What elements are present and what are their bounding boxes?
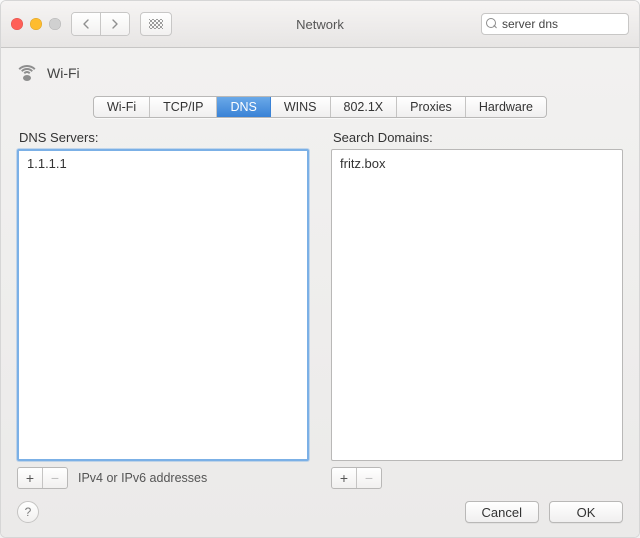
dns-servers-addremove: + − (17, 467, 68, 489)
search-domains-add-button[interactable]: + (332, 468, 356, 488)
content-area: Wi-Fi Wi-FiTCP/IPDNSWINS802.1XProxiesHar… (1, 48, 639, 537)
dns-servers-list[interactable]: 1.1.1.1 (17, 149, 309, 461)
dns-servers-remove-button[interactable]: − (42, 468, 67, 488)
cancel-button[interactable]: Cancel (465, 501, 539, 523)
window-toolbar: Network ✕ (1, 1, 639, 48)
dialog-footer-buttons: Cancel OK (465, 501, 623, 523)
back-button[interactable] (72, 13, 100, 35)
dns-servers-hint: IPv4 or IPv6 addresses (78, 471, 207, 485)
preferences-window: Network ✕ Wi-Fi Wi-FiTCP/IPDNSWINS802.1X… (0, 0, 640, 538)
search-icon (486, 18, 498, 30)
minimize-window-button[interactable] (30, 18, 42, 30)
search-domains-addremove: + − (331, 467, 382, 489)
dns-servers-column: DNS Servers: 1.1.1.1 + − IPv4 or IPv6 ad… (17, 130, 309, 489)
toolbar-nav-group (71, 12, 130, 36)
ok-button[interactable]: OK (549, 501, 623, 523)
search-input[interactable] (502, 14, 640, 34)
dns-columns: DNS Servers: 1.1.1.1 + − IPv4 or IPv6 ad… (17, 130, 623, 489)
tab-proxies[interactable]: Proxies (396, 97, 465, 117)
dns-servers-controls: + − IPv4 or IPv6 addresses (17, 467, 309, 489)
tab-wins[interactable]: WINS (270, 97, 330, 117)
dns-servers-add-button[interactable]: + (18, 468, 42, 488)
search-domains-remove-button[interactable]: − (356, 468, 381, 488)
tab-hardware[interactable]: Hardware (465, 97, 546, 117)
tab-dns[interactable]: DNS (216, 97, 269, 117)
tab-bar-wrap: Wi-FiTCP/IPDNSWINS802.1XProxiesHardware (17, 96, 623, 118)
search-domains-label: Search Domains: (333, 130, 623, 145)
tab-tcp-ip[interactable]: TCP/IP (149, 97, 216, 117)
search-domains-list[interactable]: fritz.box (331, 149, 623, 461)
grid-icon (149, 19, 163, 29)
search-domains-column: Search Domains: fritz.box + − (331, 130, 623, 489)
forward-button[interactable] (100, 13, 129, 35)
search-domains-controls: + − (331, 467, 623, 489)
close-window-button[interactable] (11, 18, 23, 30)
zoom-window-button (49, 18, 61, 30)
connection-header: Wi-Fi (17, 60, 623, 86)
tab-bar: Wi-FiTCP/IPDNSWINS802.1XProxiesHardware (93, 96, 547, 118)
tab-wi-fi[interactable]: Wi-Fi (94, 97, 149, 117)
tab-802-1x[interactable]: 802.1X (330, 97, 397, 117)
list-item[interactable]: 1.1.1.1 (19, 154, 307, 173)
show-all-button[interactable] (140, 12, 172, 36)
connection-name: Wi-Fi (47, 65, 80, 81)
list-item[interactable]: fritz.box (332, 154, 622, 173)
window-traffic-lights (11, 18, 61, 30)
dialog-footer: ? Cancel OK (17, 501, 623, 523)
dns-servers-label: DNS Servers: (19, 130, 309, 145)
wifi-icon (17, 65, 37, 81)
help-button[interactable]: ? (17, 501, 39, 523)
search-field-wrap[interactable]: ✕ (481, 13, 629, 35)
